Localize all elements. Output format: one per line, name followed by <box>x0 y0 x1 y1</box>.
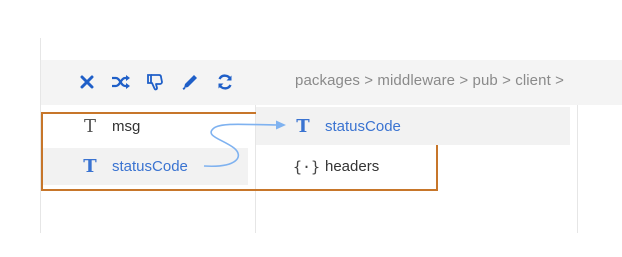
mapping-arrow <box>203 120 286 167</box>
